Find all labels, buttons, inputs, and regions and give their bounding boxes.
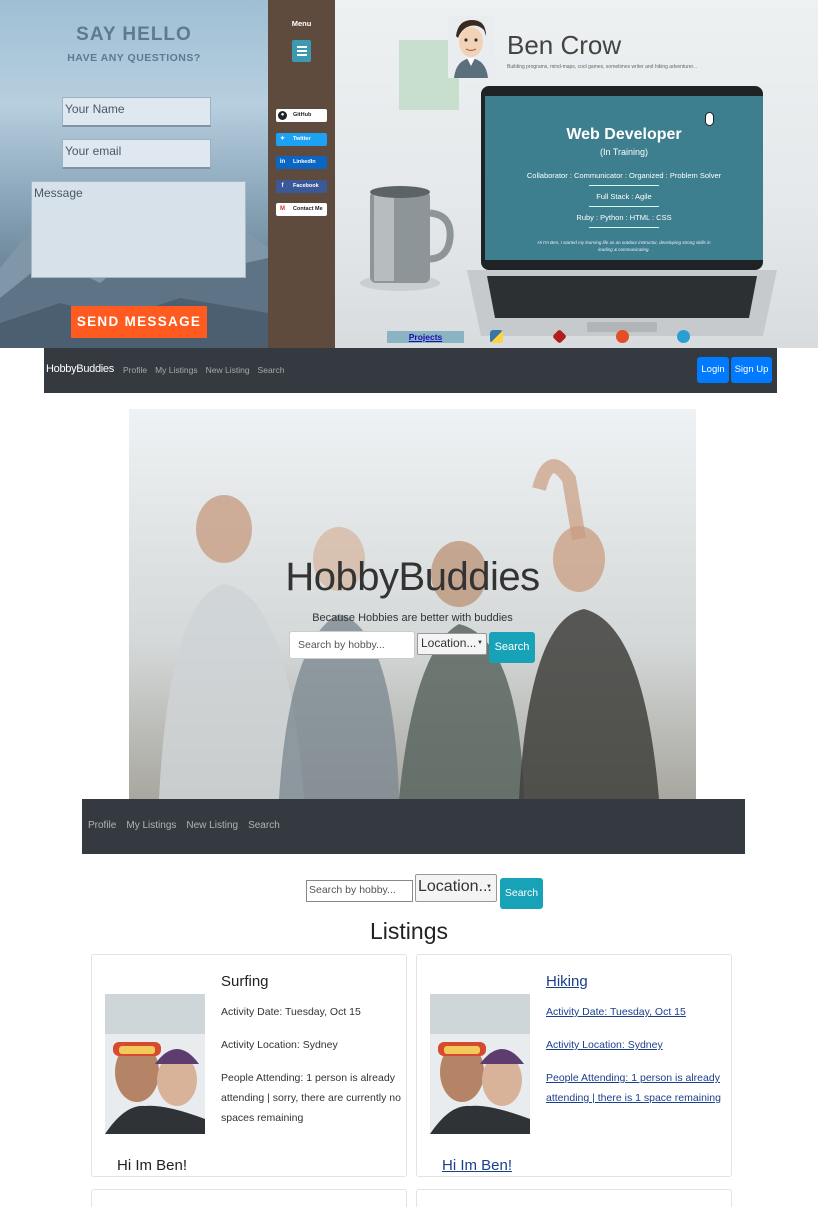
- listing-card[interactable]: [91, 1189, 407, 1207]
- listing-card[interactable]: Hiking Activity Date: Tuesday, Oct 15 Ac…: [416, 954, 732, 1177]
- python-icon[interactable]: [490, 330, 503, 343]
- gmail-icon: M: [280, 206, 285, 212]
- listing-date: Activity Date: Tuesday, Oct 15: [221, 1006, 361, 1018]
- twitter-label: Twitter: [293, 136, 311, 142]
- listing-title: Surfing: [221, 973, 269, 990]
- nav-new-listing[interactable]: New Listing: [206, 365, 250, 375]
- listing-greeting[interactable]: Hi Im Ben!: [442, 1157, 512, 1174]
- hero-search-button[interactable]: Search: [489, 632, 535, 663]
- contact-panel: SAY HELLO HAVE ANY QUESTIONS? Your Name …: [0, 0, 268, 348]
- listing-title[interactable]: Hiking: [546, 973, 588, 990]
- friends-photo: [129, 409, 696, 799]
- hero-subtitle: Because Hobbies are better with buddies: [312, 612, 513, 624]
- screen-stack: Full Stack : Agile: [596, 192, 652, 201]
- message-field[interactable]: Message: [31, 181, 246, 278]
- listing-location[interactable]: Activity Location: Sydney: [546, 1035, 726, 1055]
- contact-subtitle: HAVE ANY QUESTIONS?: [67, 52, 201, 64]
- nav-links: Profile My Listings New Listing Search: [123, 365, 284, 375]
- portfolio-name: Ben Crow: [507, 30, 622, 60]
- nav2-my-listings[interactable]: My Listings: [126, 820, 176, 831]
- twitter-icon: ✦: [279, 136, 286, 142]
- search-button[interactable]: Search: [500, 878, 543, 909]
- location-value: Location...: [418, 878, 492, 895]
- listing-photo: [105, 994, 205, 1134]
- css3-icon[interactable]: [677, 330, 690, 343]
- hero-title: HobbyBuddies: [285, 555, 540, 599]
- nav2-search[interactable]: Search: [248, 820, 280, 831]
- name-field[interactable]: Your Name: [62, 97, 211, 127]
- screen-langs: Ruby : Python : HTML : CSS: [576, 213, 672, 222]
- nav-search[interactable]: Search: [258, 365, 285, 375]
- github-button[interactable]: ● GitHub: [276, 109, 327, 122]
- listing-card[interactable]: [416, 1189, 732, 1207]
- github-label: GitHub: [293, 112, 312, 118]
- location-select[interactable]: Location... ▼: [415, 874, 497, 902]
- nav2-new-listing[interactable]: New Listing: [186, 820, 238, 831]
- linkedin-button[interactable]: in LinkedIn: [276, 156, 327, 169]
- linkedin-label: LinkedIn: [293, 159, 316, 165]
- nav2-links: Profile My Listings New Listing Search: [88, 820, 280, 831]
- contact-me-label: Contact Me: [293, 206, 323, 212]
- secondary-navbar: Profile My Listings New Listing Search: [82, 799, 745, 854]
- chevron-down-icon: ▼: [486, 884, 492, 890]
- facebook-icon: f: [281, 183, 284, 189]
- screen-title: Web Developer: [566, 126, 682, 143]
- hero-location-value: Location...: [421, 636, 477, 650]
- facebook-label: Facebook: [293, 183, 319, 189]
- hero-banner: HobbyBuddies Because Hobbies are better …: [129, 409, 696, 799]
- portfolio-tagline: Building programs, mind-maps, cool games…: [507, 64, 698, 70]
- top-navbar: HobbyBuddies Profile My Listings New Lis…: [44, 348, 777, 393]
- mug-image: [360, 186, 454, 291]
- projects-link[interactable]: Projects: [387, 331, 464, 343]
- send-message-button[interactable]: SEND MESSAGE: [71, 306, 207, 338]
- html5-icon[interactable]: [616, 330, 629, 343]
- listing-attending[interactable]: People Attending: 1 person is already at…: [546, 1068, 726, 1108]
- listing-greeting: Hi Im Ben!: [117, 1157, 188, 1174]
- search-input[interactable]: Search by hobby...: [306, 880, 413, 902]
- hero-location-select[interactable]: Location... ▼: [417, 633, 487, 655]
- listing-card[interactable]: Surfing Activity Date: Tuesday, Oct 15 A…: [91, 954, 407, 1177]
- login-button[interactable]: Login: [697, 357, 729, 383]
- listing-attending: People Attending: 1 person is already at…: [221, 1072, 401, 1124]
- menu-label: Menu: [291, 19, 312, 28]
- signup-button[interactable]: Sign Up: [731, 357, 772, 383]
- twitter-button[interactable]: ✦ Twitter: [276, 133, 327, 146]
- avatar: [448, 16, 494, 78]
- chevron-down-icon: ▼: [477, 640, 483, 646]
- contact-title: SAY HELLO: [76, 24, 192, 45]
- listings-title: Listings: [370, 918, 448, 944]
- hero-search-input[interactable]: Search by hobby...: [289, 631, 415, 659]
- listing-date[interactable]: Activity Date: Tuesday, Oct 15: [546, 1002, 726, 1022]
- linkedin-icon: in: [279, 159, 286, 165]
- laptop-screen: Web Developer (In Training) Collaborator…: [485, 96, 763, 260]
- nav2-profile[interactable]: Profile: [88, 820, 116, 831]
- brand-link[interactable]: HobbyBuddies: [46, 363, 114, 375]
- listing-photo: [430, 994, 530, 1134]
- nav-profile[interactable]: Profile: [123, 365, 147, 375]
- listing-location: Activity Location: Sydney: [221, 1039, 338, 1051]
- mouse-icon: [705, 112, 714, 126]
- portfolio-panel: Ben Crow Building programs, mind-maps, c…: [335, 0, 818, 348]
- contact-me-button[interactable]: M Contact Me: [276, 203, 327, 216]
- github-icon: ●: [278, 111, 287, 120]
- screen-traits: Collaborator : Communicator : Organized …: [526, 171, 722, 180]
- screen-subtitle: (In Training): [599, 147, 649, 157]
- email-field[interactable]: Your email: [62, 139, 211, 169]
- screen-intro-2: leading & communicating.: [598, 247, 650, 252]
- screen-intro-1: Hi I'm Ben, I started my learning life a…: [537, 240, 711, 245]
- facebook-button[interactable]: f Facebook: [276, 180, 327, 193]
- nav-my-listings[interactable]: My Listings: [155, 365, 198, 375]
- social-sidebar: Menu ● GitHub ✦ Twitter in LinkedIn f Fa…: [268, 0, 335, 348]
- menu-icon[interactable]: [292, 40, 311, 62]
